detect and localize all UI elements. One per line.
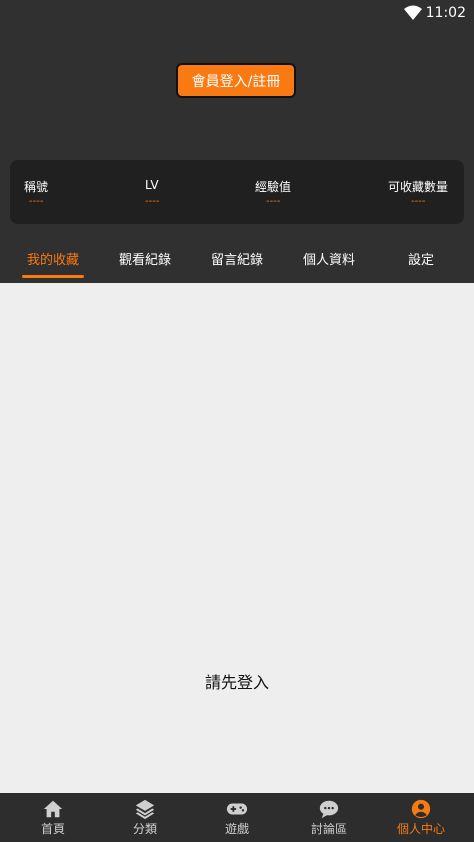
chat-icon bbox=[319, 800, 339, 819]
status-bar: 11:02 bbox=[0, 0, 474, 26]
tab-favorites[interactable]: 我的收藏 bbox=[22, 236, 84, 282]
stat-value: ---- bbox=[29, 196, 44, 207]
tab-profile[interactable]: 個人資料 bbox=[298, 236, 360, 282]
tab-label: 個人資料 bbox=[302, 253, 355, 268]
layers-icon bbox=[135, 799, 155, 820]
wifi-icon bbox=[404, 5, 422, 20]
nav-label: 遊戲 bbox=[224, 822, 249, 836]
gamepad-icon bbox=[226, 803, 248, 815]
stat-label: 可收藏數量 bbox=[388, 180, 449, 194]
stat-label: 經驗值 bbox=[255, 180, 292, 194]
nav-home[interactable]: 首頁 bbox=[8, 793, 98, 842]
stat-value: ---- bbox=[145, 196, 160, 207]
login-register-button[interactable]: 會員登入/註冊 bbox=[176, 63, 296, 98]
bottom-navigation: 首頁 分類 遊戲 討論區 個人中心 bbox=[0, 793, 474, 842]
login-prompt-message: 請先登入 bbox=[204, 673, 269, 692]
nav-label: 分類 bbox=[132, 822, 157, 836]
nav-personal-center[interactable]: 個人中心 bbox=[376, 793, 466, 842]
stat-value: ---- bbox=[411, 196, 426, 207]
stat-value: ---- bbox=[266, 196, 281, 207]
user-stats-panel: 稱號 ---- LV ---- 經驗值 ---- 可收藏數量 ---- bbox=[10, 160, 464, 224]
stat-label: 稱號 bbox=[24, 180, 49, 194]
profile-tabs: 我的收藏 觀看紀錄 留言紀錄 個人資料 設定 bbox=[0, 236, 474, 282]
tab-settings[interactable]: 設定 bbox=[392, 236, 450, 282]
stat-label: LV bbox=[145, 178, 159, 192]
nav-categories[interactable]: 分類 bbox=[100, 793, 190, 842]
home-icon bbox=[43, 800, 63, 818]
content-area: 請先登入 bbox=[0, 283, 474, 793]
user-circle-icon bbox=[411, 799, 431, 819]
tab-watch-history[interactable]: 觀看紀錄 bbox=[114, 236, 176, 282]
tab-comment-history[interactable]: 留言紀錄 bbox=[206, 236, 268, 282]
status-time: 11:02 bbox=[425, 5, 466, 21]
tab-label: 觀看紀錄 bbox=[118, 253, 171, 268]
tab-label: 我的收藏 bbox=[26, 253, 79, 268]
nav-games[interactable]: 遊戲 bbox=[192, 793, 282, 842]
tab-label: 設定 bbox=[407, 253, 434, 268]
active-tab-indicator bbox=[22, 275, 84, 278]
nav-label: 首頁 bbox=[40, 822, 65, 836]
nav-label: 討論區 bbox=[310, 822, 347, 836]
tab-label: 留言紀錄 bbox=[210, 253, 263, 268]
nav-label: 個人中心 bbox=[396, 822, 445, 836]
nav-forum[interactable]: 討論區 bbox=[284, 793, 374, 842]
